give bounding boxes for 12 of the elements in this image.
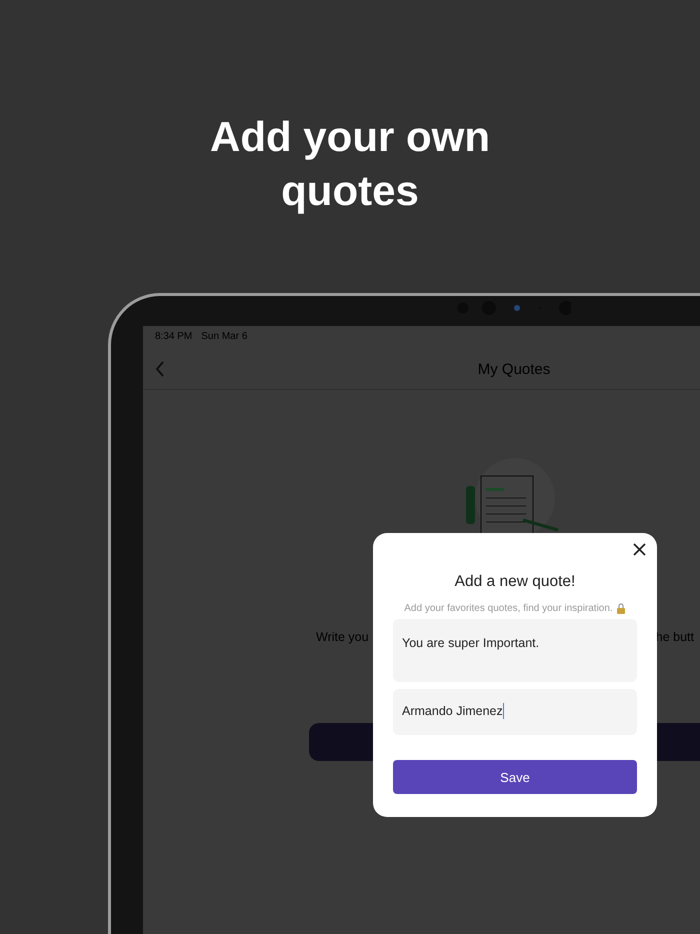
lock-icon [616,603,626,614]
input-field[interactable]: Armando Jimenez [393,689,637,735]
status-time: 8:34 PM [155,331,192,344]
dialog-title: Add a new quote! [454,573,576,591]
nav-title: My Quotes [476,360,552,378]
headline: Add your own quotes [209,112,491,216]
close-icon[interactable] [633,543,646,556]
dialog-subtitle: Add your favorites quotes, find your inspiration. [404,603,613,614]
hint-text: Write you [316,630,369,644]
input-field[interactable]: You are super Important. [393,619,637,682]
save-button[interactable]: Save [393,760,637,794]
status-date: Sun Mar 6 [201,331,248,344]
